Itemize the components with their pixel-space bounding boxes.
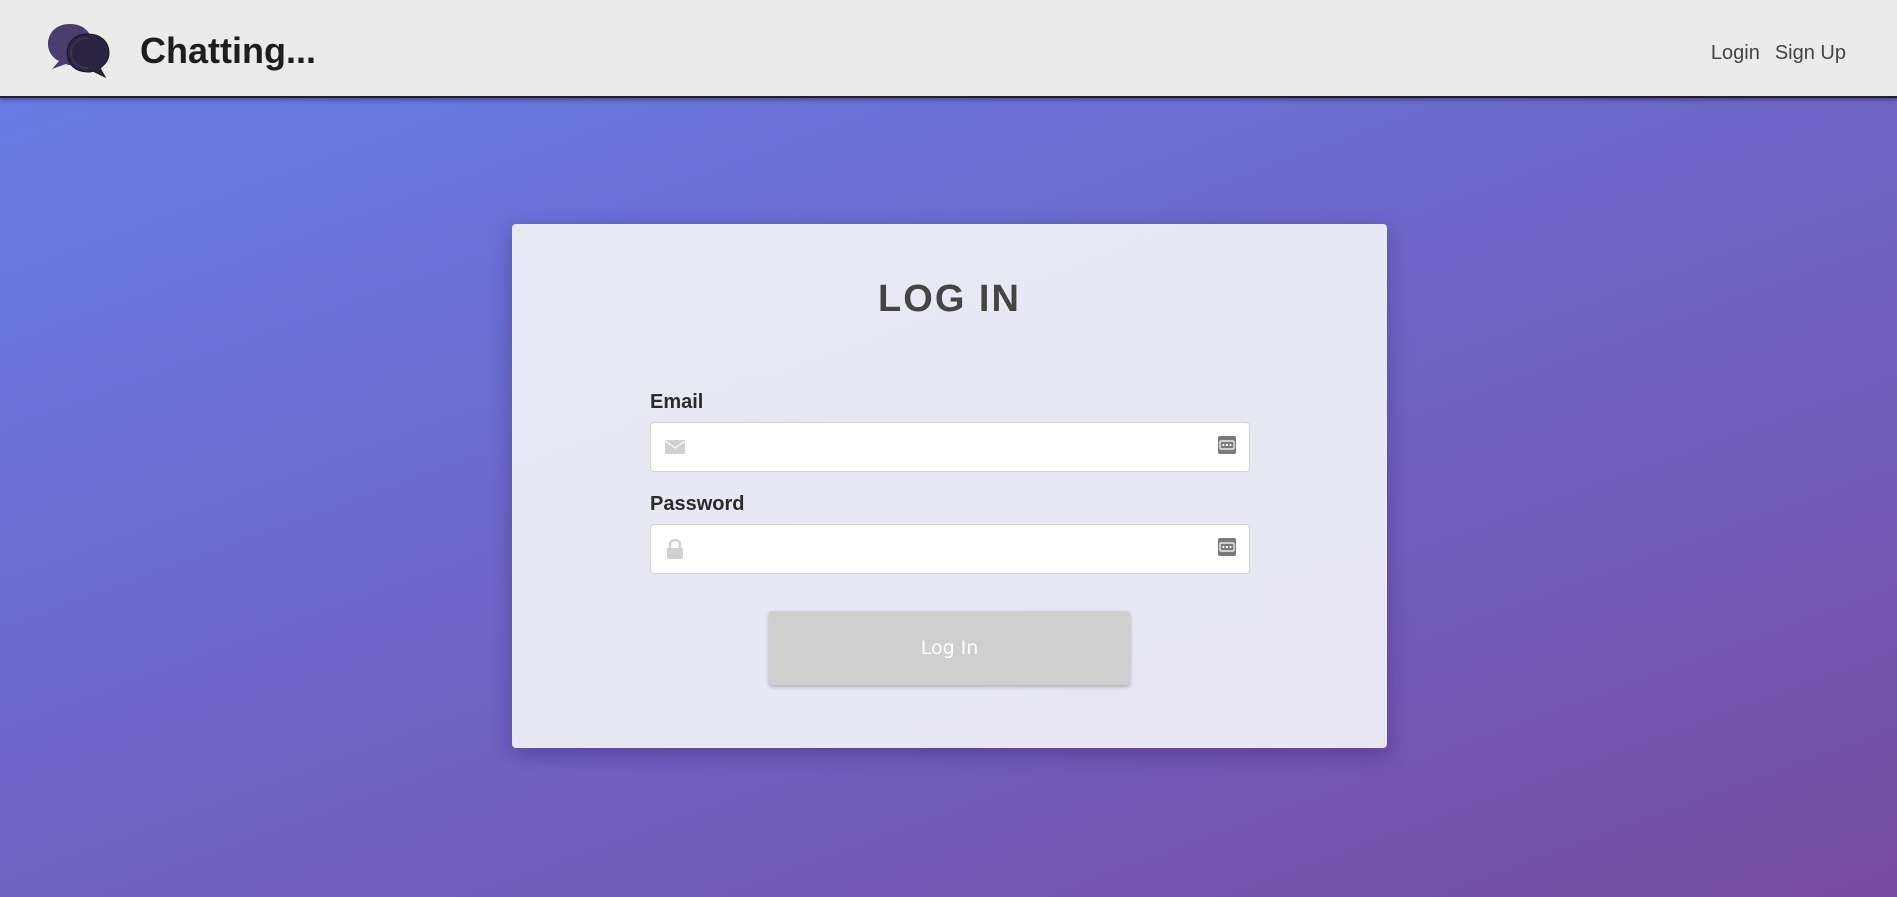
chat-bubbles-icon[interactable]	[44, 20, 114, 80]
envelope-icon	[664, 440, 686, 454]
login-button[interactable]: Log In	[769, 611, 1130, 685]
email-field-wrapper	[650, 422, 1250, 473]
nav-links: Login Sign Up	[1711, 43, 1846, 63]
password-field-wrapper	[650, 524, 1250, 575]
lock-icon	[667, 539, 683, 559]
navbar: Chatting... Login Sign Up	[0, 0, 1897, 98]
login-card: LOG IN Email Password Log In	[512, 224, 1387, 748]
email-input[interactable]	[697, 423, 1181, 473]
password-manager-icon[interactable]	[1218, 538, 1236, 556]
password-label: Password	[650, 493, 745, 515]
password-manager-icon[interactable]	[1218, 436, 1236, 454]
password-input[interactable]	[697, 525, 1181, 575]
login-title: LOG IN	[878, 278, 1021, 320]
nav-signup-link[interactable]: Sign Up	[1775, 43, 1846, 63]
brand-title[interactable]: Chatting...	[140, 33, 316, 69]
nav-login-link[interactable]: Login	[1711, 43, 1760, 63]
email-label: Email	[650, 391, 704, 413]
